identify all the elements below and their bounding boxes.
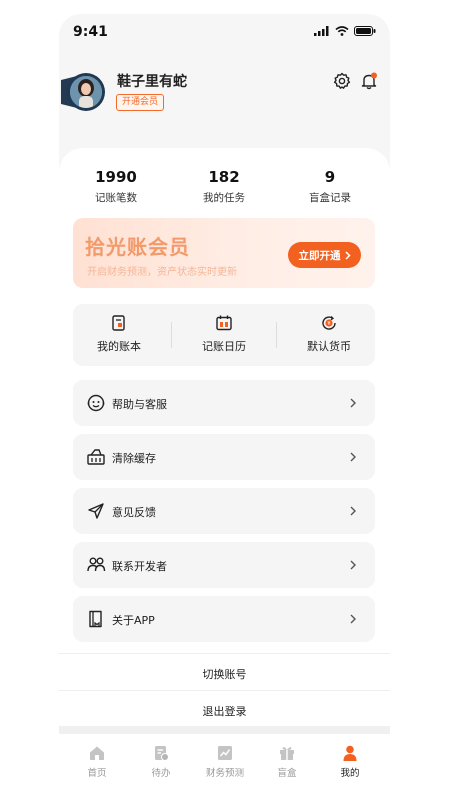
banner-subtitle: 开启财务预测，资产状态实时更新: [87, 267, 237, 278]
divider: [171, 322, 172, 348]
support-icon: [87, 394, 105, 412]
divider: [59, 690, 390, 691]
open-vip-label: 立即开通: [298, 249, 341, 262]
tab-home[interactable]: 首页: [67, 744, 127, 779]
stat-value: 182: [208, 168, 240, 186]
divider: [276, 322, 277, 348]
battery-icon: [354, 26, 376, 36]
chevron-right-icon: [350, 560, 356, 570]
tab-todo[interactable]: 待办: [131, 744, 191, 779]
menu-item-label: 清除缓存: [112, 452, 156, 465]
tab-label: 首页: [87, 768, 107, 779]
calendar-icon: [216, 315, 232, 331]
menu-item-contact-dev[interactable]: 联系开发者: [73, 542, 375, 588]
send-icon: [88, 503, 104, 519]
menu-item-about[interactable]: 关于APP: [73, 596, 375, 642]
switch-account-button[interactable]: 切换账号: [59, 666, 390, 682]
status-icons: [314, 26, 376, 36]
quick-item-currency[interactable]: ¥ 默认货币: [279, 314, 379, 354]
gear-icon[interactable]: [333, 72, 351, 90]
username: 鞋子里有蛇: [117, 74, 187, 90]
vip-banner[interactable]: 拾光账会员 开启财务预测，资产状态实时更新 立即开通: [73, 218, 375, 288]
bell-icon[interactable]: [360, 72, 378, 90]
wifi-icon: [335, 26, 349, 36]
tab-forecast[interactable]: 财务预测: [195, 744, 255, 779]
stat-value: 9: [324, 168, 336, 186]
menu-item-help[interactable]: 帮助与客服: [73, 380, 375, 426]
logout-button[interactable]: 退出登录: [59, 703, 390, 719]
chevron-right-icon: [350, 506, 356, 516]
menu-item-label: 帮助与客服: [112, 398, 167, 411]
avatar[interactable]: [61, 72, 107, 112]
chevron-right-icon: [350, 614, 356, 624]
tab-label: 我的: [340, 768, 360, 779]
quick-item-calendar[interactable]: 记账日历: [174, 314, 274, 354]
tab-blindbox[interactable]: 盲盒: [257, 744, 317, 779]
quick-item-label: 我的账本: [97, 340, 141, 353]
status-bar: 9:41: [59, 14, 390, 54]
open-vip-button[interactable]: 立即开通: [288, 242, 361, 268]
tab-label: 待办: [151, 768, 171, 779]
chevron-right-icon: [344, 250, 351, 260]
stat-label: 我的任务: [203, 192, 245, 204]
stat-label: 盲盒记录: [309, 192, 351, 204]
currency-icon: ¥: [322, 316, 336, 330]
quick-item-ledger[interactable]: 我的账本: [69, 314, 169, 354]
divider: [59, 653, 390, 654]
stat-blindbox[interactable]: 9 盲盒记录: [285, 168, 375, 205]
banner-title: 拾光账会员: [85, 235, 190, 259]
tab-bar: 首页 待办 财务预测 盲盒 我的: [59, 734, 390, 800]
stat-records[interactable]: 1990 记账笔数: [71, 168, 161, 205]
chevron-right-icon: [350, 398, 356, 408]
basket-icon: [87, 449, 105, 465]
stat-value: 1990: [95, 168, 137, 186]
todo-icon: [155, 746, 169, 761]
quick-access-card: 我的账本 记账日历 ¥ 默认货币: [73, 304, 375, 366]
ledger-icon: [112, 315, 125, 331]
tab-mine[interactable]: 我的: [320, 744, 380, 779]
home-icon: [90, 746, 104, 760]
stat-tasks[interactable]: 182 我的任务: [179, 168, 269, 205]
person-icon: [343, 745, 357, 761]
book-icon: [89, 610, 102, 628]
phone-screen: 9:41 鞋子里有蛇 开通会员 1990 记账笔数 182 我的任务 9 盲盒记…: [59, 14, 390, 800]
signal-icon: [314, 26, 329, 36]
quick-item-label: 记账日历: [202, 340, 246, 353]
users-icon: [87, 557, 106, 572]
tab-label: 盲盒: [277, 768, 297, 779]
menu-item-label: 意见反馈: [112, 506, 156, 519]
vip-badge[interactable]: 开通会员: [116, 94, 165, 111]
quick-item-label: 默认货币: [307, 340, 351, 353]
svg-text:¥: ¥: [327, 321, 330, 327]
chart-icon: [218, 746, 232, 760]
status-time: 9:41: [73, 24, 108, 40]
menu-item-label: 关于APP: [112, 614, 155, 627]
chevron-right-icon: [350, 452, 356, 462]
tabbar-separator: [59, 726, 390, 734]
tab-label: 财务预测: [205, 768, 244, 779]
gift-icon: [280, 747, 294, 760]
stat-label: 记账笔数: [95, 192, 137, 204]
menu-item-feedback[interactable]: 意见反馈: [73, 488, 375, 534]
menu-item-label: 联系开发者: [112, 560, 167, 573]
menu-item-clear-cache[interactable]: 清除缓存: [73, 434, 375, 480]
